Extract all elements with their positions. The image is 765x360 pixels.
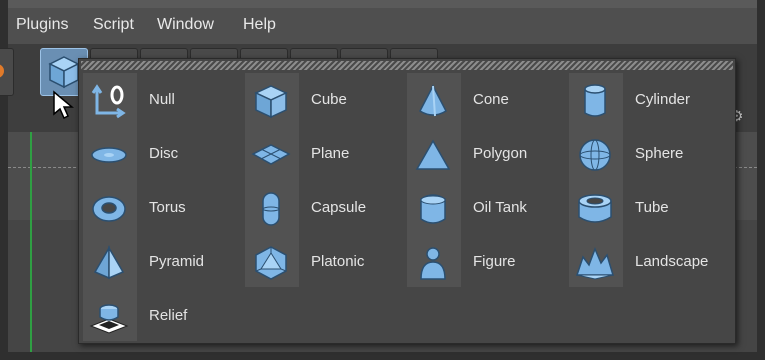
object-label: Cube: [311, 91, 347, 108]
object-label: Capsule: [311, 199, 367, 216]
object-label: Sphere: [635, 145, 684, 162]
menu-window[interactable]: Window: [157, 16, 214, 34]
object-label: Torus: [149, 199, 186, 216]
tube-icon: [578, 194, 612, 223]
object-null[interactable]: Null: [83, 75, 233, 127]
object-label: Polygon: [473, 145, 528, 162]
object-platonic[interactable]: Platonic: [245, 237, 395, 289]
capsule-icon: [262, 192, 280, 226]
cone-icon: [419, 84, 447, 117]
object-oil-tank[interactable]: Oil Tank: [407, 183, 557, 235]
polygon-icon: [415, 139, 451, 170]
disc-icon: [91, 147, 127, 163]
relief-icon: [89, 304, 129, 334]
object-cone[interactable]: Cone: [407, 75, 557, 127]
null-icon: [91, 84, 126, 119]
object-sphere[interactable]: Sphere: [569, 129, 719, 181]
object-label: Landscape: [635, 253, 709, 270]
plane-icon: [251, 144, 291, 165]
window-frame-bottom: [0, 352, 765, 360]
object-tube[interactable]: Tube: [569, 183, 719, 235]
object-torus[interactable]: Torus: [83, 183, 233, 235]
object-capsule[interactable]: Capsule: [245, 183, 395, 235]
object-label: Pyramid: [149, 253, 205, 270]
object-figure[interactable]: Figure: [407, 237, 557, 289]
object-cylinder[interactable]: Cylinder: [569, 75, 719, 127]
object-disc[interactable]: Disc: [83, 129, 233, 181]
object-plane[interactable]: Plane: [245, 129, 395, 181]
mouse-cursor-icon: [53, 90, 74, 120]
object-label: Oil Tank: [473, 199, 527, 216]
platonic-icon: [255, 246, 287, 280]
sphere-icon: [579, 139, 611, 171]
window-frame-right: [757, 0, 765, 360]
oil-tank-icon: [420, 194, 446, 224]
object-polygon[interactable]: Polygon: [407, 129, 557, 181]
landscape-icon: [575, 246, 615, 280]
object-palette-popup: Null Disc Torus Pyramid Relief Cube Plan…: [78, 58, 736, 344]
object-pyramid[interactable]: Pyramid: [83, 237, 233, 289]
cylinder-icon: [584, 84, 606, 117]
object-label: Cylinder: [635, 91, 691, 108]
object-label: Relief: [149, 307, 188, 324]
object-label: Cone: [473, 91, 509, 108]
cinema4d-window: Plugins Script Window Help ⚙ Null Disc T…: [0, 0, 765, 360]
object-label: Platonic: [311, 253, 365, 270]
object-label: Disc: [149, 145, 179, 162]
object-label: Tube: [635, 199, 669, 216]
cube-icon: [254, 85, 288, 119]
object-label: Null: [149, 91, 175, 108]
object-cube[interactable]: Cube: [245, 75, 395, 127]
object-label: Plane: [311, 145, 350, 162]
figure-icon: [420, 247, 446, 280]
menu-plugins[interactable]: Plugins: [16, 16, 68, 34]
object-label: Figure: [473, 253, 516, 270]
menu-bar: Plugins Script Window Help: [8, 8, 757, 44]
viewport-y-axis: [30, 132, 32, 352]
popup-tearoff-grip[interactable]: [81, 61, 733, 70]
toolbar-tool-partial[interactable]: [0, 48, 14, 96]
pyramid-icon: [93, 245, 125, 280]
menu-help[interactable]: Help: [243, 16, 276, 34]
torus-icon: [92, 196, 126, 222]
object-landscape[interactable]: Landscape: [569, 237, 729, 289]
object-relief[interactable]: Relief: [83, 291, 233, 343]
gear-icon: [0, 64, 4, 78]
menu-script[interactable]: Script: [93, 16, 134, 34]
